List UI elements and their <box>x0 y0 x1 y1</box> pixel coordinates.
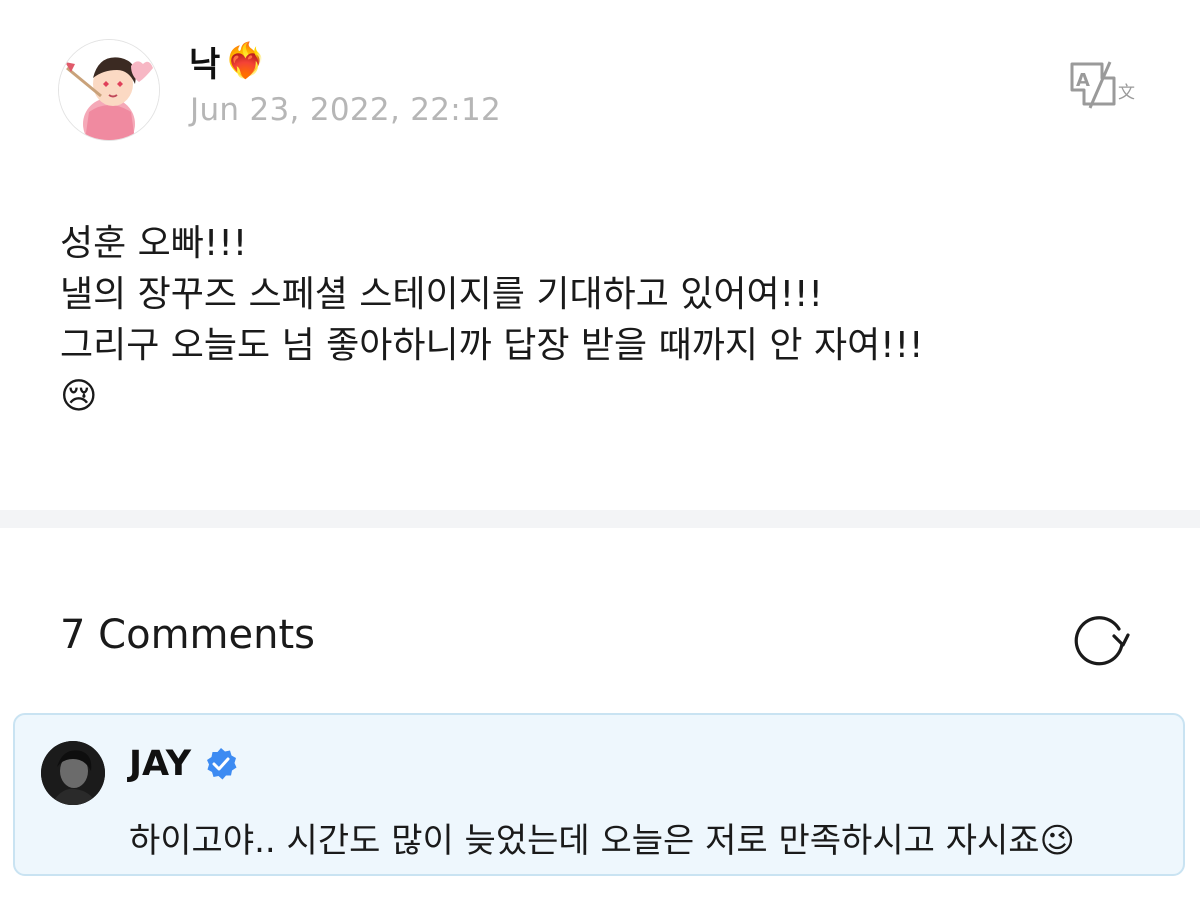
verified-badge-icon <box>207 748 237 780</box>
svg-text:文: 文 <box>1118 83 1135 103</box>
translate-icon: A 文 <box>1070 61 1135 109</box>
post-body-line: 성훈 오빠!!! <box>60 223 248 264</box>
refresh-icon <box>1074 616 1130 666</box>
refresh-button[interactable] <box>1072 612 1130 666</box>
translate-button[interactable]: A 文 <box>1066 58 1138 110</box>
author-name[interactable]: 낙 <box>189 37 220 86</box>
heart-on-fire-icon: ❤️‍🔥 <box>224 41 267 81</box>
post: 낙 ❤️‍🔥 Jun 23, 2022, 22:12 A 文 성훈 오빠!!! … <box>0 0 1200 510</box>
commenter-photo <box>41 741 105 805</box>
section-divider <box>0 510 1200 528</box>
comment-item[interactable]: JAY 하이고야.. 시간도 많이 늦었는데 오늘은 저로 만족하시고 자시죠😉 <box>13 713 1185 876</box>
commenter-name-row: JAY <box>129 741 239 787</box>
comments-count: 7 Comments <box>60 612 315 658</box>
author-name-row: 낙 ❤️‍🔥 <box>189 36 267 86</box>
author-avatar[interactable] <box>58 39 160 141</box>
crying-face-emoji: 😢 <box>60 376 98 417</box>
post-body-line: 그리구 오늘도 넘 좋아하니까 답장 받을 때까지 안 자여!!! <box>60 325 924 366</box>
svg-text:A: A <box>1076 70 1090 91</box>
post-body-line: 낼의 장꾸즈 스페셜 스테이지를 기대하고 있어여!!! <box>60 274 823 315</box>
commenter-name[interactable]: JAY <box>129 744 191 784</box>
cupid-avatar-image <box>59 40 159 140</box>
post-body: 성훈 오빠!!! 낼의 장꾸즈 스페셜 스테이지를 기대하고 있어여!!! 그리… <box>60 218 1160 422</box>
commenter-avatar[interactable] <box>41 741 105 805</box>
comment-text: 하이고야.. 시간도 많이 늦었는데 오늘은 저로 만족하시고 자시죠😉 <box>129 821 1075 861</box>
post-date: Jun 23, 2022, 22:12 <box>190 92 502 128</box>
